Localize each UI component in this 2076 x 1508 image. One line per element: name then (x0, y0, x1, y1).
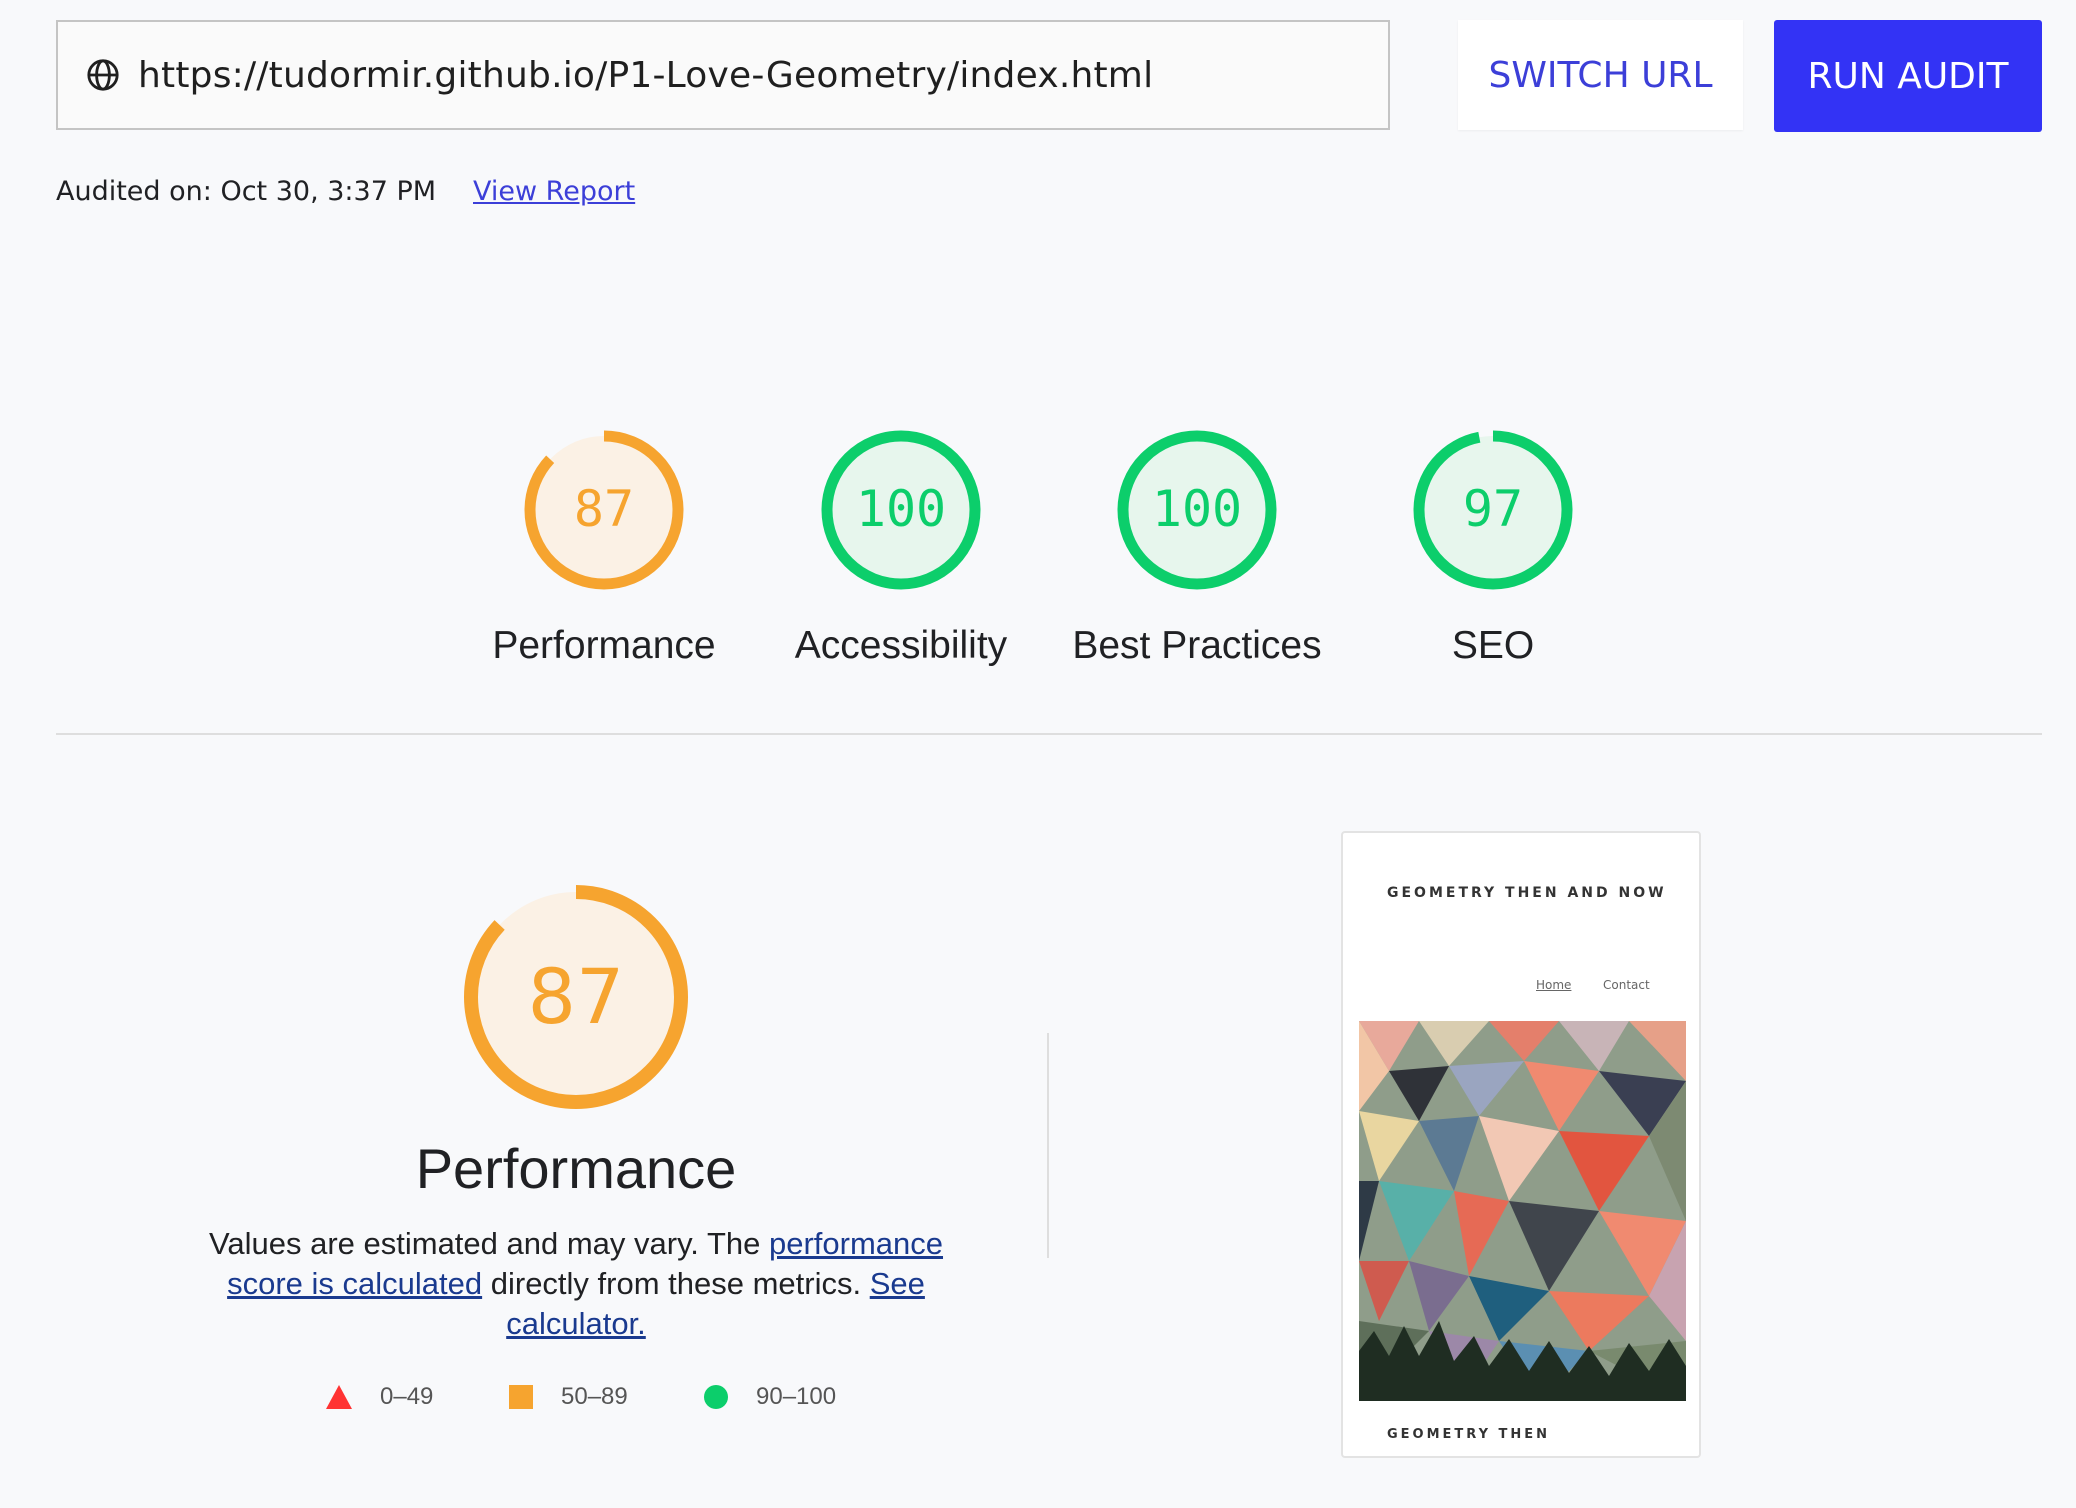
legend-item-pass: 90–100 (704, 1383, 836, 1411)
desc-text: directly from these metrics. (482, 1266, 870, 1301)
desc-text: Values are estimated and may vary. The (208, 1226, 769, 1261)
gauge-label: Performance (492, 624, 716, 667)
legend-item-fail: 0–49 (326, 1383, 433, 1411)
preview-geometric-artwork (1359, 1021, 1686, 1401)
gauge-label: Best Practices (1072, 624, 1322, 667)
vertical-divider (1047, 1033, 1049, 1258)
run-audit-button[interactable]: RUN AUDIT (1774, 20, 2042, 132)
performance-score: 87 (527, 952, 625, 1041)
gauge-score: 100 (855, 480, 947, 538)
preview-footer-text: GEOMETRY THEN (1387, 1427, 1551, 1442)
preview-nav-contact: Contact (1603, 978, 1650, 992)
url-text: https://tudormir.github.io/P1-Love-Geome… (138, 54, 1154, 96)
gauge-score: 97 (1462, 480, 1524, 538)
globe-icon (86, 58, 120, 92)
gauge-best-practices[interactable]: 100 Best Practices (1047, 422, 1347, 722)
gauge-score: 87 (573, 480, 635, 538)
square-icon (509, 1385, 533, 1409)
switch-url-button[interactable]: SWITCH URL (1458, 20, 1743, 130)
legend-range: 90–100 (756, 1383, 837, 1410)
legend-item-average: 50–89 (509, 1383, 628, 1411)
page-screenshot-preview: GEOMETRY THEN AND NOW Home Contact GEOME… (1341, 831, 1701, 1458)
performance-description: Values are estimated and may vary. The p… (176, 1224, 976, 1344)
gauge-accessibility[interactable]: 100 Accessibility (751, 422, 1051, 722)
gauge-label: Accessibility (794, 624, 1008, 667)
view-report-link[interactable]: View Report (473, 176, 635, 207)
audited-on-text: Audited on: Oct 30, 3:37 PM (56, 176, 437, 207)
gauge-score: 100 (1151, 480, 1243, 538)
gauge-performance[interactable]: 87 Performance (454, 422, 754, 722)
gauge-label: SEO (1451, 624, 1535, 667)
gauge-seo[interactable]: 97 SEO (1343, 422, 1643, 722)
legend-range: 0–49 (380, 1383, 434, 1410)
performance-title: Performance (415, 1137, 737, 1200)
performance-big-gauge: 87 (456, 877, 696, 1117)
section-divider (56, 733, 2042, 735)
toolbar: https://tudormir.github.io/P1-Love-Geome… (56, 20, 2042, 132)
triangle-icon (326, 1385, 352, 1409)
url-field[interactable]: https://tudormir.github.io/P1-Love-Geome… (56, 20, 1390, 130)
legend-range: 50–89 (561, 1383, 628, 1410)
circle-icon (704, 1385, 728, 1409)
preview-site-title: GEOMETRY THEN AND NOW (1387, 885, 1667, 901)
preview-nav-home: Home (1536, 978, 1572, 992)
